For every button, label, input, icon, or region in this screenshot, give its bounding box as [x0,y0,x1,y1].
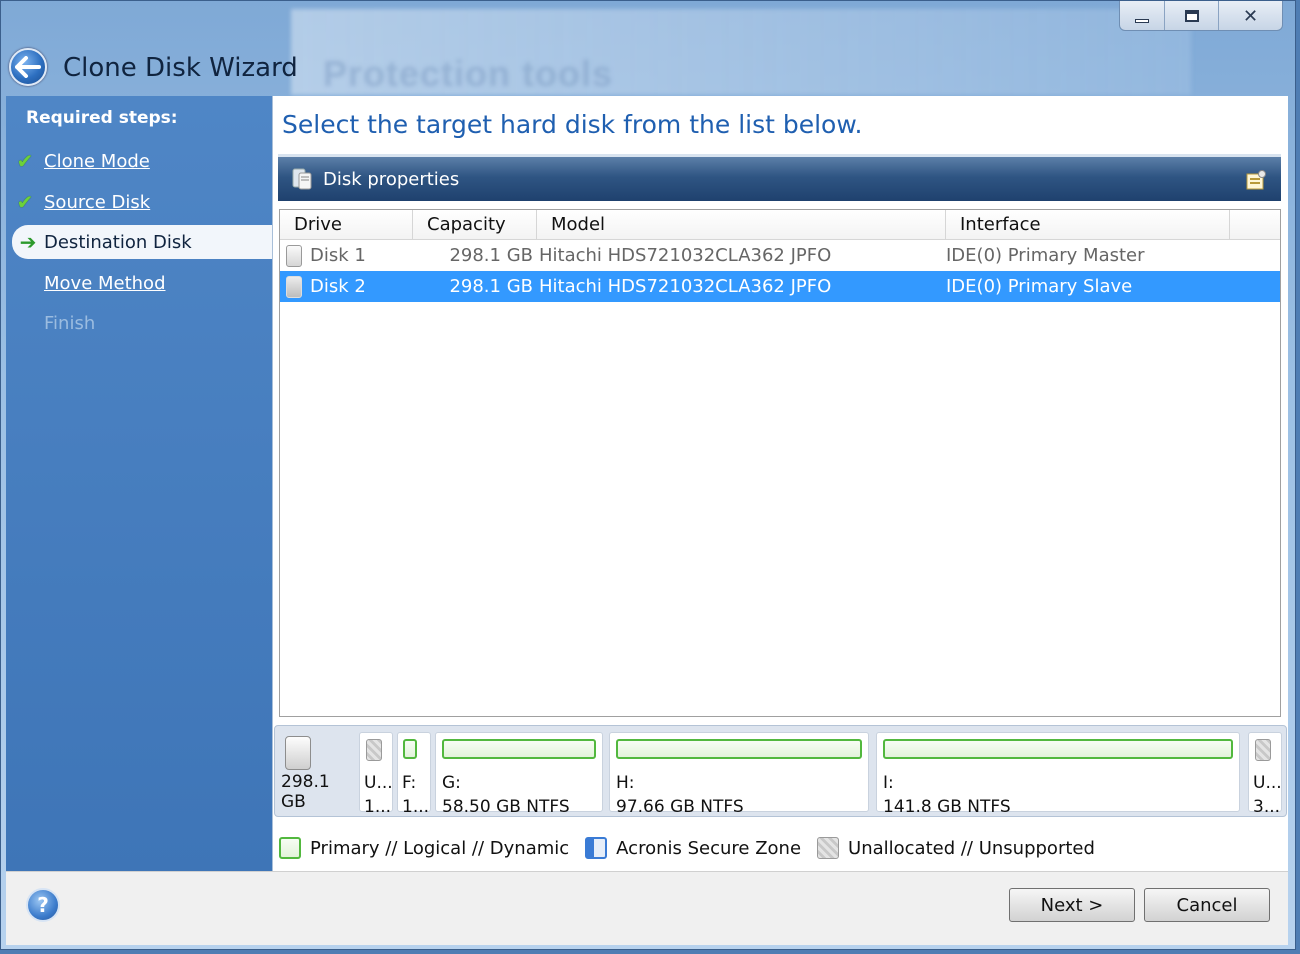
legend-label: Unallocated // Unsupported [848,837,1095,859]
disk-table: Drive Capacity Model Interface Disk 1 29… [279,209,1281,717]
steps-sidebar: Required steps: ✔ Clone Mode ✔ Source Di… [6,96,272,871]
minimize-icon [1135,19,1149,23]
step-clone-mode[interactable]: ✔ Clone Mode [6,144,272,178]
minimize-button[interactable] [1120,1,1164,30]
close-button[interactable]: ✕ [1218,1,1282,30]
disk-size: 298.1 GB [281,772,330,812]
step-label: Destination Disk [44,231,192,253]
legend-item-unallocated: Unallocated // Unsupported [817,837,1095,859]
steps-title: Required steps: [26,108,178,128]
back-arrow-icon [15,56,41,78]
partition-label: H: [616,773,635,793]
step-label: Finish [44,312,96,334]
step-label: Move Method [44,272,166,294]
back-button[interactable] [9,48,47,86]
arrow-right-icon: ➔ [19,230,37,254]
next-button[interactable]: Next > [1009,888,1135,922]
close-icon: ✕ [1242,5,1259,27]
model-cell: Hitachi HDS721032CLA362 JPFO [539,245,832,266]
partition-detail: 3... [1253,797,1281,817]
page-heading: Select the target hard disk from the lis… [282,110,863,139]
interface-cell: IDE(0) Primary Master [946,245,1145,266]
hard-disk-icon [286,244,302,267]
model-cell: Hitachi HDS721032CLA362 JPFO [539,276,832,297]
partition-label: U... [364,773,393,793]
partition-map: 298.1 GB U... 1... F: 1... G: 58.50 GB N… [274,725,1287,817]
primary-partition-swatch-icon [279,837,301,859]
partition-bar [403,739,417,759]
legend-item-primary: Primary // Logical // Dynamic [279,837,569,859]
step-destination-disk[interactable]: ➔ Destination Disk [12,225,272,259]
help-icon: ? [37,893,49,917]
maximize-button[interactable] [1164,1,1218,30]
partition-detail: 1... [402,797,430,817]
partition-detail: 141.8 GB NTFS [883,797,1011,817]
help-button[interactable]: ? [26,888,60,922]
column-header-capacity[interactable]: Capacity [413,210,537,239]
window-title: Clone Disk Wizard [63,53,298,83]
partition-detail: 97.66 GB NTFS [616,797,744,817]
column-header-drive[interactable]: Drive [280,210,413,239]
partition-map-disk: 298.1 GB [277,732,357,812]
partition-label: I: [883,773,894,793]
properties-panel-icon[interactable] [1245,169,1267,191]
column-header-interface[interactable]: Interface [946,210,1230,239]
partition-label: F: [402,773,417,793]
legend-label: Acronis Secure Zone [616,837,802,859]
partition-bar [616,739,862,759]
drive-name: Disk 2 [310,276,366,297]
partition-bar [883,739,1233,759]
maximize-icon [1184,10,1199,22]
partition-label: G: [442,773,461,793]
column-header-model[interactable]: Model [537,210,946,239]
partition-i[interactable]: I: 141.8 GB NTFS [876,732,1240,817]
hard-disk-icon [286,275,302,298]
partition-f[interactable]: F: 1... [397,732,431,817]
step-source-disk[interactable]: ✔ Source Disk [6,185,272,219]
disk-properties-bar[interactable]: Disk properties [278,154,1281,201]
column-header-empty [1230,210,1280,239]
partition-g[interactable]: G: 58.50 GB NTFS [435,732,603,817]
main-panel: Select the target hard disk from the lis… [272,96,1288,871]
capacity-cell: 298.1 GB [449,245,533,266]
step-move-method[interactable]: Move Method [6,266,272,300]
step-label: Clone Mode [44,150,150,172]
partition-detail: 58.50 GB NTFS [442,797,570,817]
checkmark-icon: ✔ [16,149,34,173]
checkmark-icon: ✔ [16,190,34,214]
unallocated-swatch-icon [817,837,840,859]
disk-properties-label: Disk properties [323,169,460,190]
disk-properties-icon [292,168,312,190]
unallocated-icon [366,739,382,761]
clone-disk-wizard-window: Protection tools ✕ Clone Disk Wizard Req… [0,0,1296,950]
legend-item-acronis: Acronis Secure Zone [585,837,801,859]
table-row-disk-2[interactable]: Disk 2 298.1 GB Hitachi HDS721032CLA362 … [280,271,1280,302]
partition-detail: 1... [364,797,392,817]
drive-name: Disk 1 [310,245,366,266]
acronis-zone-swatch-icon [585,837,608,859]
table-row-disk-1[interactable]: Disk 1 298.1 GB Hitachi HDS721032CLA362 … [280,240,1280,271]
interface-cell: IDE(0) Primary Slave [946,276,1133,297]
unallocated-icon [1255,739,1271,761]
wizard-button-bar: ? Next > Cancel [6,871,1288,945]
partition-unallocated-2[interactable]: U... 3... [1248,732,1282,817]
partition-unallocated-1[interactable]: U... 1... [359,732,393,817]
capacity-cell: 298.1 GB [449,276,533,297]
table-header: Drive Capacity Model Interface [280,210,1280,240]
step-finish: Finish [6,306,272,340]
partition-label: U... [1253,773,1282,793]
background-window-text: Protection tools [323,53,614,94]
partition-h[interactable]: H: 97.66 GB NTFS [609,732,869,817]
partition-bar [442,739,596,759]
partition-legend: Primary // Logical // Dynamic Acronis Se… [279,837,1111,859]
cancel-button[interactable]: Cancel [1144,888,1270,922]
legend-label: Primary // Logical // Dynamic [310,837,570,859]
hard-disk-icon [285,736,311,770]
step-label: Source Disk [44,191,151,213]
window-caption-buttons: ✕ [1119,1,1283,31]
